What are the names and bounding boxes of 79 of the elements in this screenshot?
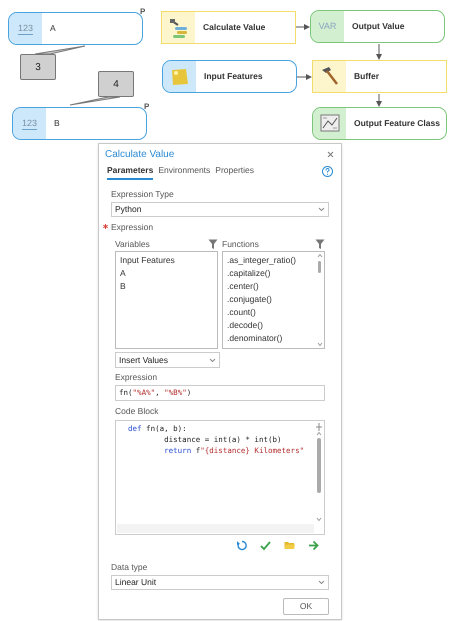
field-label: Expression: [111, 220, 154, 234]
verify-button[interactable]: [259, 540, 271, 552]
callout-pointer: [70, 96, 120, 106]
scroll-up-icon: [316, 253, 322, 260]
node-label: Calculate Value: [202, 21, 266, 34]
callout-pointer: [34, 46, 86, 54]
list-item[interactable]: .decode(): [227, 320, 320, 330]
model-node[interactable]: Calculate Value: [161, 11, 296, 44]
hammer-icon: [320, 66, 340, 87]
open-button[interactable]: [283, 540, 295, 552]
scroll-up-icon: [316, 430, 322, 437]
field-label: Data type: [111, 560, 148, 574]
list-item[interactable]: .center(): [227, 281, 320, 292]
field-label: Expression Type: [111, 188, 175, 200]
question-icon: [324, 168, 331, 176]
tab[interactable]: Parameters: [107, 164, 154, 180]
field-label: Functions: [222, 238, 259, 251]
dropdown[interactable]: Linear Unit: [111, 574, 329, 590]
scroll-down-icon: [316, 516, 322, 522]
run-button[interactable]: [307, 540, 319, 552]
horizontal-scrollbar[interactable]: [117, 524, 314, 533]
list-item[interactable]: A: [120, 268, 213, 278]
node-label: A: [49, 22, 56, 35]
model-node[interactable]: 123 A: [8, 12, 143, 45]
model-node[interactable]: 123 B: [12, 107, 147, 140]
features-icon: [170, 66, 190, 87]
filter-icon: [315, 239, 325, 250]
insert-values-dropdown[interactable]: Insert Values: [115, 352, 220, 368]
icon-label: VAR: [318, 20, 336, 33]
list-item[interactable]: B: [120, 281, 213, 292]
help-button[interactable]: [322, 166, 333, 178]
connector-arrow: [376, 44, 382, 60]
parameter-marker: P: [144, 103, 150, 111]
feature-class-icon: [320, 113, 340, 134]
tool-icon: [168, 17, 188, 38]
list-item[interactable]: .conjugate(): [227, 294, 320, 304]
arrow-icon: [308, 540, 318, 552]
checkmark-icon: [260, 540, 270, 552]
connector-arrow: [296, 74, 312, 80]
scroll-down-icon: [316, 341, 322, 348]
icon-label: 123: [18, 22, 34, 34]
model-node[interactable]: Buffer: [312, 60, 447, 93]
tab[interactable]: Environments: [158, 164, 210, 180]
connector-arrow: [296, 24, 310, 30]
chevron-icon: [209, 358, 216, 363]
list-item[interactable]: .denominator(): [227, 333, 320, 344]
model-node[interactable]: Input Features: [162, 60, 297, 93]
undo-icon: [236, 540, 246, 552]
dialog-title: Calculate Value: [105, 148, 174, 162]
scrollbar[interactable]: [315, 422, 323, 522]
icon-label: 123: [22, 118, 38, 130]
chevron-icon: [318, 206, 325, 212]
folder-icon: [284, 540, 294, 552]
filter-icon: [208, 239, 218, 250]
dropdown[interactable]: Python: [111, 202, 329, 216]
undo-button[interactable]: [235, 540, 247, 552]
scrollbar[interactable]: [316, 253, 323, 348]
node-label: Output Feature Class: [353, 117, 440, 130]
parameter-marker: P: [140, 8, 146, 16]
node-label: B: [53, 117, 60, 130]
list-item[interactable]: .count(): [227, 307, 320, 318]
list-item[interactable]: .as_integer_ratio(): [227, 255, 320, 266]
field-label: Code Block: [115, 405, 160, 418]
list-item[interactable]: Input Features: [120, 255, 213, 266]
node-label: Buffer: [353, 70, 380, 83]
field-label: Variables: [115, 238, 150, 251]
field-label: Expression: [115, 371, 158, 384]
node-label: Input Features: [203, 70, 263, 83]
model-node[interactable]: Output Feature Class: [312, 107, 447, 140]
tab[interactable]: Properties: [215, 164, 254, 180]
list-item[interactable]: .capitalize(): [227, 268, 320, 278]
split-icon: [315, 422, 323, 431]
close-button[interactable]: [325, 150, 335, 160]
close-icon: [326, 151, 334, 158]
chevron-icon: [318, 580, 325, 584]
node-label: Output Value: [351, 20, 404, 33]
connector-arrow: [376, 94, 382, 107]
ok-button[interactable]: OK: [283, 598, 329, 614]
model-node[interactable]: VAR Output Value: [310, 10, 445, 43]
